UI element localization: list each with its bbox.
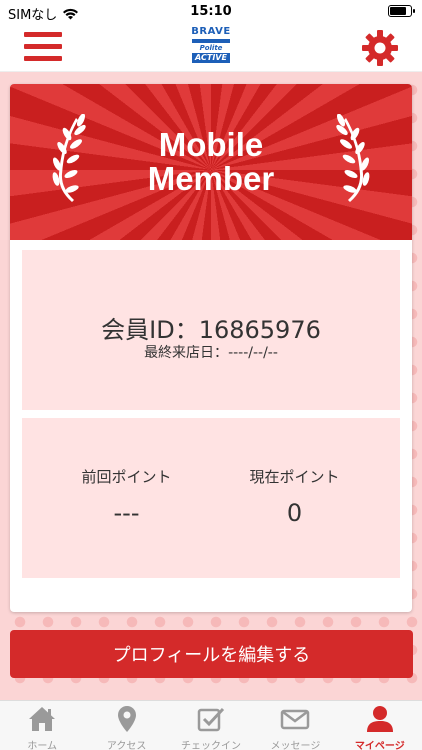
battery-icon bbox=[388, 5, 415, 17]
map-pin-icon bbox=[117, 706, 136, 732]
current-points: 現在ポイント 0 bbox=[200, 466, 389, 527]
tab-mypage-label: マイページ bbox=[354, 741, 405, 750]
member-card: Mobile Member 会員ID：16865976 最終来店日：----/-… bbox=[10, 84, 412, 612]
tab-message[interactable]: メッセージ bbox=[253, 701, 337, 750]
edit-profile-button[interactable]: プロフィールを編集する bbox=[10, 630, 413, 678]
previous-points: 前回ポイント --- bbox=[32, 466, 221, 527]
current-points-value: 0 bbox=[286, 499, 303, 527]
checkin-icon bbox=[197, 707, 225, 732]
logo-line2: Polite bbox=[199, 44, 223, 52]
tab-access[interactable]: アクセス bbox=[84, 701, 168, 750]
logo-line3: ACTIVE bbox=[192, 53, 230, 63]
bottom-tab-bar: ホーム アクセス チェックイン メッセージ マイページ bbox=[0, 700, 422, 750]
current-points-label: 現在ポイント bbox=[249, 468, 340, 486]
mail-icon bbox=[281, 709, 310, 730]
previous-points-value: --- bbox=[113, 499, 140, 527]
laurel-right-icon bbox=[336, 114, 370, 202]
member-info-panel: 会員ID：16865976 最終来店日：----/--/-- bbox=[22, 250, 400, 410]
hamburger-menu-icon[interactable] bbox=[24, 32, 62, 64]
tab-mypage[interactable]: マイページ bbox=[338, 701, 422, 750]
last-visit-label: 最終来店日： bbox=[144, 345, 229, 361]
status-time: 15:10 bbox=[190, 4, 232, 19]
brand-logo[interactable]: BRAVE Polite ACTIVE bbox=[190, 26, 232, 70]
home-icon bbox=[29, 707, 56, 731]
last-visit-value: ----/--/-- bbox=[228, 345, 278, 361]
logo-line1: BRAVE bbox=[191, 26, 231, 37]
member-banner: Mobile Member bbox=[10, 84, 412, 240]
member-id-value: 16865976 bbox=[198, 316, 321, 344]
user-icon bbox=[366, 706, 393, 732]
tab-home[interactable]: ホーム bbox=[0, 701, 84, 750]
member-id-label: 会員ID： bbox=[101, 316, 199, 344]
gear-icon[interactable] bbox=[360, 28, 400, 68]
tab-checkin[interactable]: チェックイン bbox=[169, 701, 253, 750]
logo-bar bbox=[192, 39, 230, 43]
last-visit-line: 最終来店日：----/--/-- bbox=[22, 342, 400, 362]
tab-access-label: アクセス bbox=[106, 741, 147, 750]
tab-checkin-label: チェックイン bbox=[181, 741, 242, 750]
member-id-line: 会員ID：16865976 bbox=[22, 310, 400, 345]
previous-points-label: 前回ポイント bbox=[81, 468, 172, 486]
app-header: BRAVE Polite ACTIVE bbox=[0, 24, 422, 72]
points-panel: 前回ポイント --- 現在ポイント 0 bbox=[22, 418, 400, 578]
tab-message-label: メッセージ bbox=[270, 741, 321, 750]
status-bar: SIMなし 15:10 bbox=[0, 0, 422, 24]
tab-home-label: ホーム bbox=[27, 741, 58, 750]
